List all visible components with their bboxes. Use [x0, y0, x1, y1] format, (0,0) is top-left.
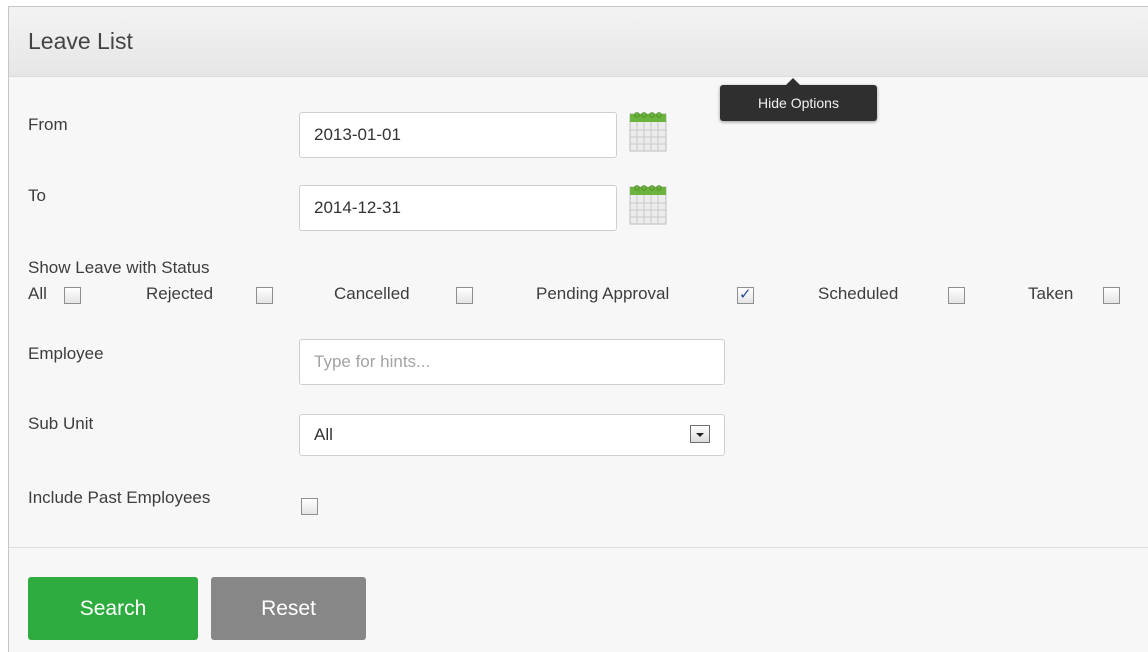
status-taken-label: Taken: [1028, 284, 1074, 303]
status-scheduled-checkbox[interactable]: [948, 287, 965, 304]
status-rejected-label: Rejected: [146, 284, 214, 303]
status-scheduled-label: Scheduled: [818, 284, 899, 303]
employee-label: Employee: [28, 344, 104, 363]
sub-unit-label: Sub Unit: [28, 414, 94, 433]
from-label: From: [28, 115, 68, 134]
status-pending-approval-label: Pending Approval: [536, 284, 670, 303]
status-cancelled-checkbox[interactable]: [456, 287, 473, 304]
panel-header: Leave List: [9, 7, 1148, 77]
leave-list-panel: Leave List From To Show Leave with Statu…: [8, 6, 1148, 652]
hide-options-tooltip[interactable]: Hide Options: [720, 78, 877, 121]
status-all-label: All: [28, 284, 47, 303]
page-title: Leave List: [28, 28, 133, 54]
status-all-checkbox[interactable]: [64, 287, 81, 304]
calendar-icon[interactable]: [628, 183, 668, 225]
status-taken-checkbox[interactable]: [1103, 287, 1120, 304]
search-button[interactable]: Search: [28, 577, 198, 640]
divider: [9, 547, 1148, 548]
from-date-input[interactable]: [299, 112, 617, 158]
calendar-icon[interactable]: [628, 110, 668, 152]
status-rejected-checkbox[interactable]: [256, 287, 273, 304]
to-label: To: [28, 186, 46, 205]
reset-button[interactable]: Reset: [211, 577, 366, 640]
employee-input[interactable]: [299, 339, 725, 385]
past-employees-checkbox[interactable]: [301, 498, 318, 515]
status-pending-approval-checkbox[interactable]: [737, 285, 754, 304]
sub-unit-selected-value: All: [314, 425, 333, 444]
sub-unit-select[interactable]: All: [299, 414, 725, 456]
chevron-down-icon[interactable]: [690, 425, 710, 443]
status-label: Show Leave with Status: [28, 258, 210, 277]
status-cancelled-label: Cancelled: [334, 284, 410, 303]
past-employees-label: Include Past Employees: [28, 488, 211, 507]
to-date-input[interactable]: [299, 185, 617, 231]
